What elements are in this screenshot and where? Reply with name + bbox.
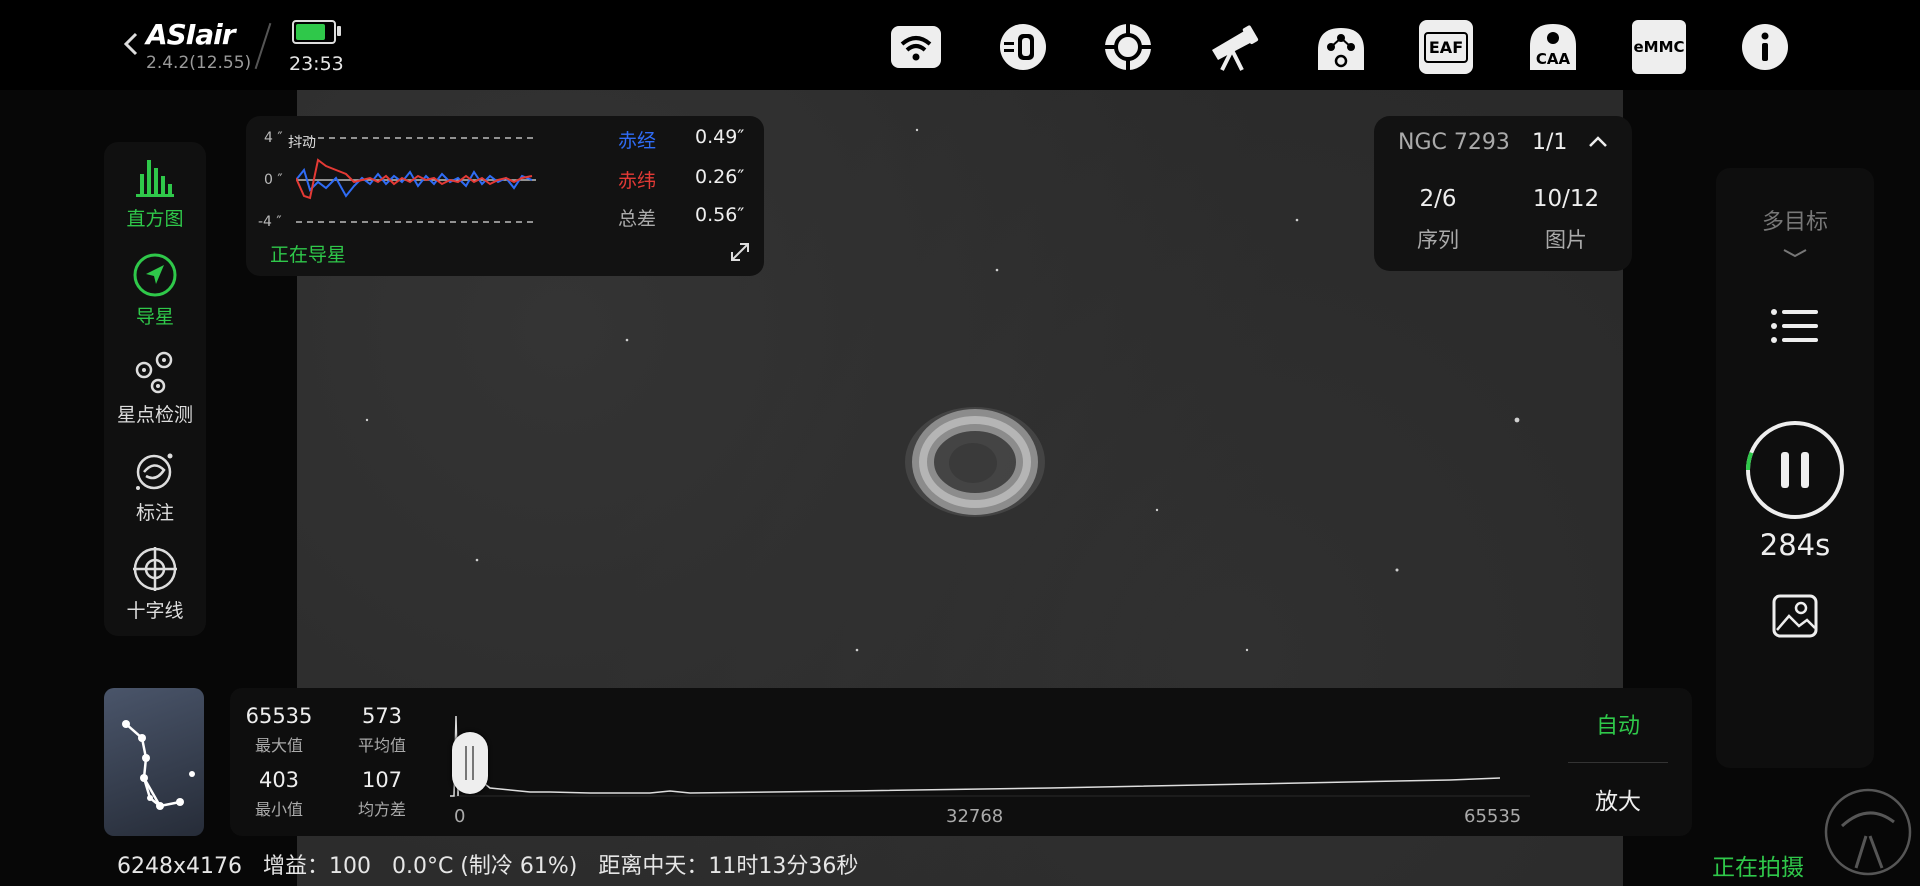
- back-icon[interactable]: [118, 26, 144, 62]
- mount-icon[interactable]: [1314, 20, 1368, 74]
- gain: 增益：100: [262, 854, 371, 879]
- tool-annotate[interactable]: 标注: [104, 448, 206, 525]
- hist-tick-mid: 32768: [946, 806, 1004, 827]
- guide-graph: [296, 137, 536, 223]
- tool-annotate-label: 标注: [135, 502, 174, 524]
- star-detect-icon: [135, 351, 173, 394]
- info-icon[interactable]: [1738, 20, 1792, 74]
- zoom-button[interactable]: 放大: [1568, 782, 1668, 816]
- guide-scale-top: 4 ″: [264, 130, 283, 146]
- guide-scale-mid: 0 ″: [264, 172, 283, 188]
- tool-guide[interactable]: 导星: [104, 252, 206, 329]
- image-gallery-icon[interactable]: [1771, 592, 1819, 640]
- constellation-map: [122, 720, 195, 810]
- hist-tick-max: 65535: [1464, 806, 1522, 827]
- hist-tick-0: 0: [454, 806, 466, 827]
- auto-stretch-button[interactable]: 自动: [1568, 708, 1668, 740]
- expand-icon[interactable]: [728, 240, 752, 264]
- ra-value: 0.49″: [695, 126, 745, 148]
- max-value: 65535: [245, 704, 313, 728]
- min-label: 最小值: [254, 800, 303, 819]
- battery-icon: [292, 20, 336, 44]
- max-label: 最大值: [254, 736, 303, 755]
- image-label: 图片: [1545, 228, 1587, 252]
- image-value: 10/12: [1532, 186, 1600, 212]
- target-name: NGC 7293: [1398, 130, 1510, 155]
- resolution: 6248x4176: [117, 854, 242, 879]
- target-thumbnail[interactable]: [104, 688, 204, 836]
- total-value: 0.56″: [695, 204, 745, 226]
- histogram-icon: [136, 160, 174, 197]
- chevron-up-icon[interactable]: [1586, 132, 1610, 152]
- guide-arrow-icon: [133, 253, 177, 297]
- total-label: 总差: [618, 208, 657, 230]
- chevron-down-icon[interactable]: [1780, 246, 1810, 260]
- guide-target-icon[interactable]: [1101, 20, 1155, 74]
- tool-crosshair[interactable]: 十字线: [104, 546, 206, 623]
- divider: [1568, 762, 1668, 763]
- clock: 23:53: [289, 53, 344, 75]
- guide-panel[interactable]: 4 ″ 0 ″ -4 ″ 抖动 赤经 0.49″ 赤纬 0.26″ 总差 0.5…: [246, 116, 764, 276]
- temperature: 0.0°C (制冷 61%): [391, 854, 578, 879]
- app-version: 2.4.2(12.55): [146, 53, 252, 73]
- emmc-label: eMMC: [1633, 38, 1685, 56]
- battery-fill: [296, 24, 325, 40]
- mean-label: 平均值: [357, 736, 406, 755]
- ra-label: 赤经: [618, 130, 657, 152]
- tool-star-detect[interactable]: 星点检测: [104, 350, 206, 427]
- tool-guide-label: 导星: [135, 306, 174, 328]
- capture-status: 正在拍摄: [1712, 855, 1804, 881]
- battery-tip: [337, 26, 341, 36]
- pause-button[interactable]: [1743, 418, 1847, 522]
- exposure-remaining: 284s: [1759, 528, 1831, 562]
- wifi-icon[interactable]: [889, 20, 943, 74]
- eaf-label: EAF: [1423, 31, 1469, 63]
- pause-bar-left: [1781, 452, 1789, 488]
- tool-crosshair-label: 十字线: [126, 600, 184, 622]
- guide-scale-bottom: -4 ″: [258, 214, 282, 230]
- target-count: 1/1: [1532, 130, 1568, 155]
- tool-histogram-label: 直方图: [126, 208, 184, 230]
- right-panel: 多目标 284s: [1716, 168, 1874, 768]
- multi-target-button[interactable]: 多目标: [1716, 204, 1874, 236]
- pause-bar-right: [1801, 452, 1809, 488]
- slider-grip-left: [465, 746, 467, 780]
- guide-status: 正在导星: [270, 244, 347, 266]
- list-icon[interactable]: [1768, 300, 1822, 354]
- slider-grip-right: [472, 746, 474, 780]
- caa-label: CAA: [1535, 50, 1571, 68]
- watermark-logo: [1824, 788, 1912, 876]
- emmc-icon[interactable]: eMMC: [1632, 20, 1686, 74]
- tool-star-detect-label: 星点检测: [116, 404, 193, 426]
- histogram-curve: [450, 715, 1530, 797]
- status-bar: 6248x4176 增益：100 0.0°C (制冷 61%) 距离中天：11时…: [117, 848, 858, 880]
- app-logo: ASIair: [146, 18, 236, 51]
- mean-value: 573: [361, 704, 403, 728]
- target-panel[interactable]: NGC 7293 1/1 2/6 序列 10/12 图片: [1374, 116, 1632, 271]
- dec-label: 赤纬: [618, 170, 657, 192]
- eaf-icon[interactable]: EAF: [1419, 20, 1473, 74]
- black-point-slider[interactable]: [452, 732, 488, 794]
- meridian-time: 距离中天：11时13分36秒: [598, 854, 859, 879]
- telescope-icon[interactable]: [1206, 20, 1260, 74]
- filter-wheel-icon[interactable]: [996, 20, 1050, 74]
- sequence-value: 2/6: [1419, 186, 1457, 212]
- exposure-progress-arc: [1746, 451, 1754, 471]
- std-value: 107: [361, 768, 403, 792]
- left-toolbar: 直方图 导星 星点检测 标注 十字线: [104, 142, 206, 636]
- caa-icon[interactable]: CAA: [1526, 20, 1580, 74]
- annotate-icon: [136, 453, 173, 490]
- histogram-panel: 65535 最大值 573 平均值 403 最小值 107 均方差 0 3276…: [230, 688, 1692, 836]
- crosshair-icon: [133, 547, 177, 591]
- std-label: 均方差: [357, 800, 406, 819]
- min-value: 403: [258, 768, 300, 792]
- sequence-label: 序列: [1417, 228, 1459, 252]
- dec-value: 0.26″: [695, 166, 745, 188]
- nebula-ngc7293: [905, 407, 1045, 517]
- tool-histogram[interactable]: 直方图: [104, 154, 206, 231]
